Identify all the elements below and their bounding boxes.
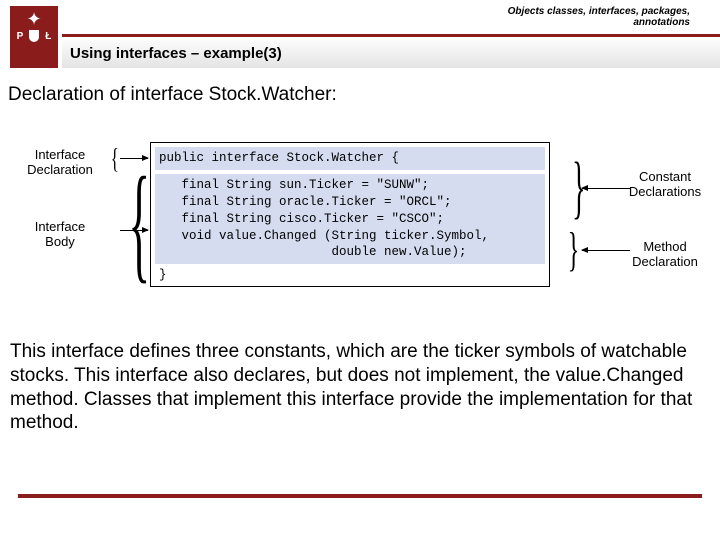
label-interface-declaration: Interface Declaration	[20, 148, 100, 178]
university-logo: ✦ P Ł	[10, 6, 58, 68]
brace-icon: {	[128, 168, 150, 279]
label-interface-body: Interface Body	[20, 220, 100, 250]
slide-header: ✦ P Ł Objects classes, interfaces, packa…	[0, 0, 720, 72]
code-close-brace: }	[151, 268, 549, 286]
body-paragraph: This interface defines three constants, …	[8, 340, 712, 435]
label-method-declaration: Method Declaration	[620, 240, 710, 270]
logo-letter-right: Ł	[45, 31, 51, 42]
breadcrumb: Objects classes, interfaces, packages, a…	[508, 6, 690, 28]
label-constant-declarations: Constant Declarations	[620, 170, 710, 200]
arrow-icon	[120, 230, 148, 231]
torch-icon: ✦	[26, 10, 41, 28]
title-bar: Using interfaces – example(3)	[62, 38, 720, 68]
page-title: Using interfaces – example(3)	[70, 45, 282, 62]
brace-icon: }	[568, 230, 580, 271]
slide-content: Declaration of interface Stock.Watcher: …	[0, 72, 720, 435]
brace-icon: {	[111, 144, 119, 176]
code-box: public interface Stock.Watcher { final S…	[150, 142, 550, 287]
footer-rule	[18, 494, 702, 498]
arrow-icon	[120, 158, 148, 159]
code-diagram: Interface Declaration Interface Body { {…	[10, 130, 710, 320]
header-rule	[62, 34, 720, 37]
logo-letter-left: P	[17, 31, 24, 42]
intro-text: Declaration of interface Stock.Watcher:	[8, 84, 712, 106]
shield-icon	[29, 30, 39, 42]
code-declaration-line: public interface Stock.Watcher {	[155, 147, 545, 170]
logo-letters: P Ł	[17, 30, 52, 42]
code-body-block: final String sun.Ticker = "SUNW"; final …	[155, 174, 545, 264]
